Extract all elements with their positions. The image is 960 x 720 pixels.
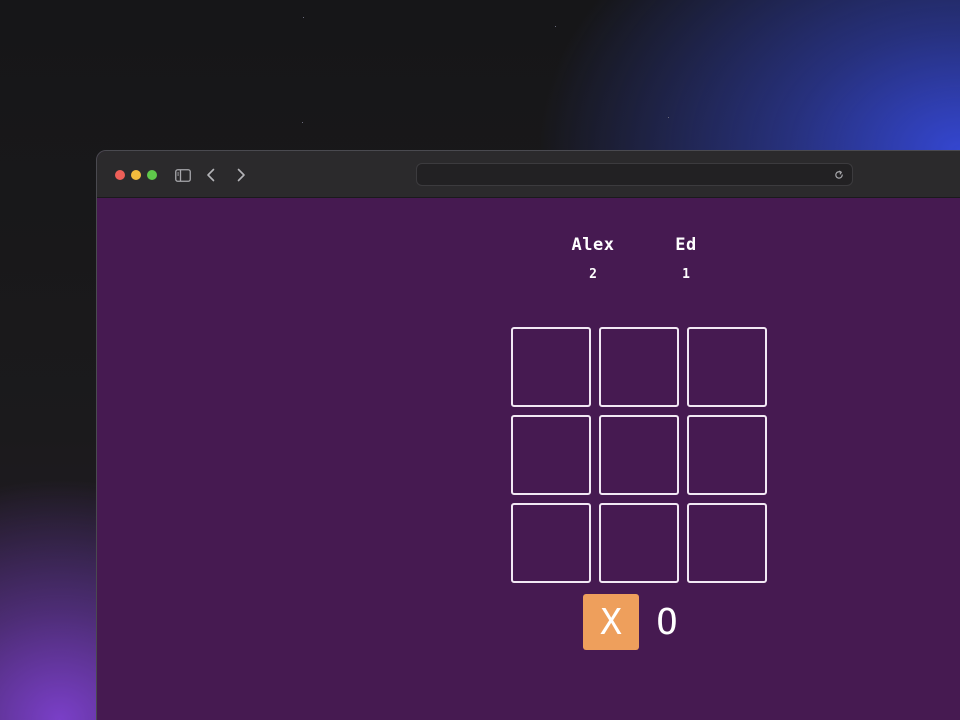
sidebar-icon[interactable] — [172, 164, 194, 186]
browser-toolbar — [97, 151, 960, 198]
game-page: Alex 2 Ed 1 X O — [97, 198, 960, 720]
board-cell[interactable] — [687, 415, 767, 495]
chevron-right-icon[interactable] — [230, 164, 252, 186]
player-name: Alex — [571, 235, 615, 255]
board-cell[interactable] — [687, 503, 767, 583]
game-board — [511, 327, 769, 585]
board-cell[interactable] — [599, 503, 679, 583]
address-bar[interactable] — [416, 163, 853, 186]
board-cell[interactable] — [687, 327, 767, 407]
player-name: Ed — [675, 235, 697, 255]
board-cell[interactable] — [511, 327, 591, 407]
player-two: Ed 1 — [641, 234, 731, 282]
close-window-button[interactable] — [115, 170, 125, 180]
minimize-window-button[interactable] — [131, 170, 141, 180]
reload-icon[interactable] — [832, 168, 846, 182]
board-cell[interactable] — [511, 415, 591, 495]
player-one: Alex 2 — [548, 234, 638, 282]
player-score: 2 — [589, 267, 597, 282]
board-cell[interactable] — [511, 503, 591, 583]
board-cell[interactable] — [599, 415, 679, 495]
mark-o-button[interactable]: O — [639, 594, 695, 650]
browser-window: Alex 2 Ed 1 X O — [96, 150, 960, 720]
zoom-window-button[interactable] — [147, 170, 157, 180]
player-score: 1 — [682, 267, 690, 282]
board-cell[interactable] — [599, 327, 679, 407]
chevron-left-icon[interactable] — [200, 164, 222, 186]
mark-x-button[interactable]: X — [583, 594, 639, 650]
